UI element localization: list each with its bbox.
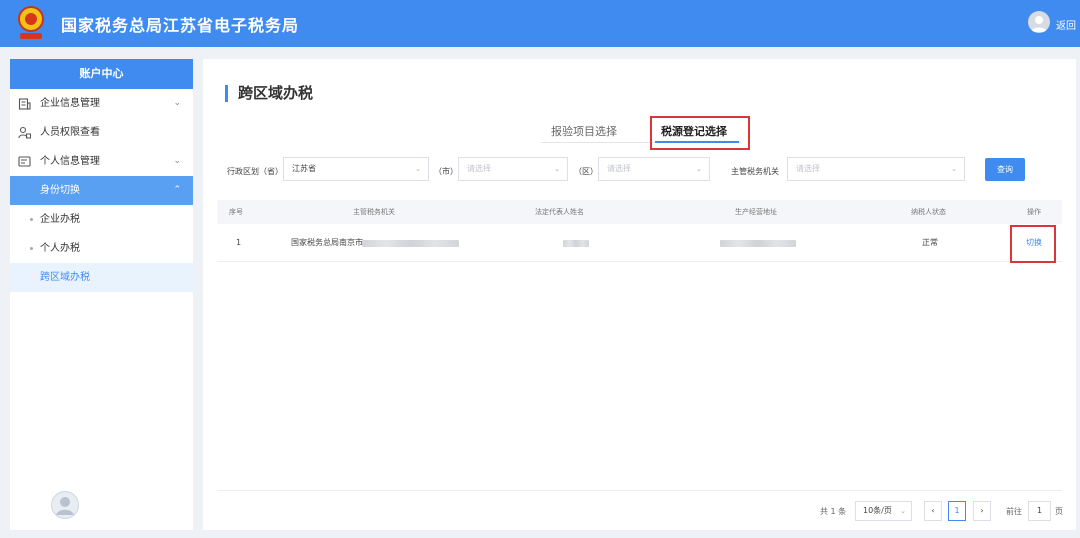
sidebar-item-personal-info[interactable]: 个人信息管理 ⌄ [10, 147, 193, 176]
chevron-down-icon: ⌄ [415, 165, 421, 173]
sidebar-item-label: 身份切换 [40, 185, 80, 196]
prev-page-button[interactable]: ‹ [924, 501, 942, 521]
bullet-icon [30, 218, 33, 221]
query-button[interactable]: 查询 [985, 158, 1025, 181]
building-icon [18, 98, 31, 110]
total-count: 共 1 条 [820, 507, 847, 516]
district-select[interactable]: 请选择 ⌄ [598, 157, 710, 181]
redacted-legal-rep [563, 240, 589, 247]
province-value: 江苏省 [292, 164, 316, 173]
chevron-down-icon: ⌄ [173, 156, 181, 166]
chevron-down-icon: ⌄ [173, 98, 181, 108]
back-link[interactable]: 返回 [1056, 17, 1076, 32]
goto-label: 前往 [1006, 507, 1022, 516]
city-label: （市） [434, 167, 458, 176]
table-header: 序号 主管税务机关 法定代表人姓名 生产经营地址 纳税人状态 操作 [217, 200, 1062, 224]
sidebar-subitem-company-tax[interactable]: 企业办税 [10, 205, 193, 234]
column-header-action: 操作 [1027, 208, 1041, 216]
column-header-index: 序号 [229, 208, 243, 216]
sidebar: 账户中心 企业信息管理 ⌄ 人员权限查看 个人信息管理 ⌄ 身份切换 ⌃ 企业办… [10, 59, 193, 530]
redacted-address [720, 240, 796, 247]
authority-placeholder: 请选择 [796, 164, 820, 173]
city-placeholder: 请选择 [467, 164, 491, 173]
cell-status: 正常 [922, 238, 938, 247]
chevron-down-icon: ⌄ [554, 165, 560, 173]
authority-label: 主管税务机关 [731, 167, 779, 176]
action-highlight-box [1010, 225, 1056, 263]
page-size-value: 10条/页 [863, 506, 892, 515]
page-title: 跨区域办税 [225, 85, 313, 102]
column-header-legal-rep: 法定代表人姓名 [535, 208, 584, 216]
goto-page-input[interactable]: 1 [1028, 501, 1051, 521]
cell-authority: 国家税务总局南京市 [291, 238, 363, 247]
sidebar-item-company-info[interactable]: 企业信息管理 ⌄ [10, 89, 193, 118]
district-placeholder: 请选择 [607, 164, 631, 173]
app-title: 国家税务总局江苏省电子税务局 [61, 16, 300, 35]
sidebar-item-label: 人员权限查看 [40, 127, 100, 138]
sidebar-subitem-personal-tax[interactable]: 个人办税 [10, 234, 193, 263]
tab-inspection-item[interactable]: 报验项目选择 [551, 123, 617, 141]
tab-highlight-box [650, 116, 750, 150]
column-header-address: 生产经营地址 [735, 208, 777, 216]
next-page-button[interactable]: › [973, 501, 991, 521]
page-unit-label: 页 [1055, 507, 1063, 516]
sidebar-item-permission[interactable]: 人员权限查看 [10, 118, 193, 147]
column-header-authority: 主管税务机关 [353, 208, 395, 216]
assistant-avatar-icon[interactable] [51, 491, 79, 519]
sidebar-item-label: 个人信息管理 [40, 156, 100, 167]
footer-divider [217, 490, 1062, 491]
bullet-icon [30, 247, 33, 250]
sidebar-item-label: 企业信息管理 [40, 98, 100, 109]
user-avatar-icon[interactable] [1028, 11, 1050, 33]
sidebar-subitem-label: 个人办税 [40, 243, 80, 254]
result-table: 序号 主管税务机关 法定代表人姓名 生产经营地址 纳税人状态 操作 1 国家税务… [217, 200, 1062, 263]
sidebar-subitem-label: 企业办税 [40, 214, 80, 225]
user-lock-icon [18, 126, 31, 139]
authority-select[interactable]: 请选择 ⌄ [787, 157, 965, 181]
district-label: （区） [574, 167, 598, 176]
main-panel: 跨区域办税 报验项目选择 税源登记选择 行政区划（省） 江苏省 ⌄ （市） 请选… [203, 59, 1076, 530]
column-header-status: 纳税人状态 [911, 208, 946, 216]
id-card-icon [18, 156, 31, 167]
page-number-current[interactable]: 1 [948, 501, 966, 521]
chevron-up-icon: ⌃ [173, 185, 181, 195]
page-size-select[interactable]: 10条/页 ⌄ [855, 501, 912, 521]
city-select[interactable]: 请选择 ⌄ [458, 157, 568, 181]
app-header: 国家税务总局江苏省电子税务局 返回 [0, 0, 1080, 47]
table-row: 1 国家税务总局南京市 正常 切换 [217, 224, 1062, 262]
sidebar-subitem-label: 跨区域办税 [40, 272, 90, 283]
sidebar-item-identity-switch[interactable]: 身份切换 ⌃ [10, 176, 193, 205]
redacted-authority [362, 240, 459, 247]
province-label: 行政区划（省） [227, 167, 283, 176]
chevron-down-icon: ⌄ [696, 165, 702, 173]
chevron-down-icon: ⌄ [951, 165, 957, 173]
sidebar-subitem-cross-region-tax[interactable]: 跨区域办税 [10, 263, 193, 292]
chevron-down-icon: ⌄ [900, 507, 906, 515]
sidebar-head: 账户中心 [10, 59, 193, 89]
tax-emblem-logo [14, 4, 48, 42]
cell-index: 1 [236, 238, 242, 247]
province-select[interactable]: 江苏省 ⌄ [283, 157, 429, 181]
